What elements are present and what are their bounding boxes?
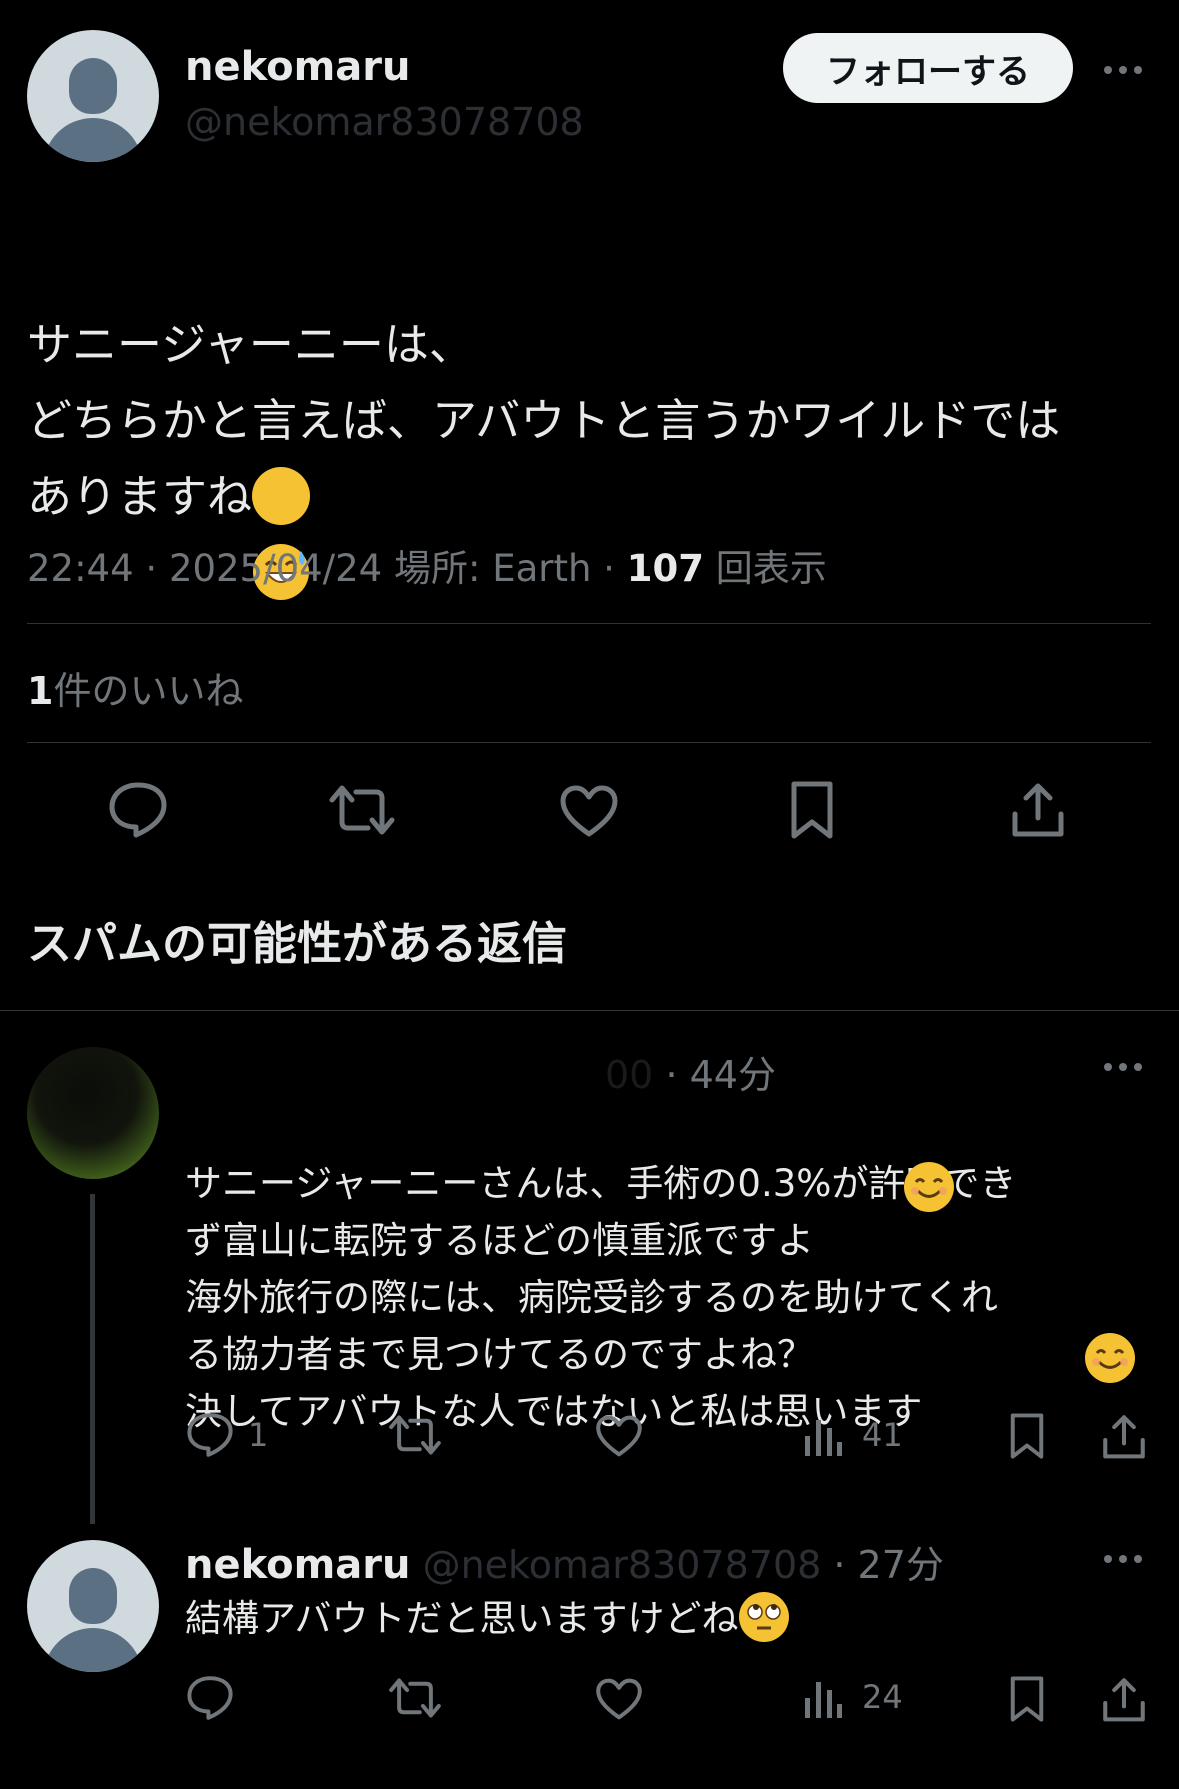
reply-time[interactable]: 27分 xyxy=(858,1543,944,1587)
reply-avatar[interactable] xyxy=(27,1047,159,1179)
divider xyxy=(27,623,1151,624)
reply-text: サニージャーニーさんは、手術の0.3%が許容でき ず富山に転院するほどの慎重派で… xyxy=(185,1098,1165,1440)
views-icon[interactable] xyxy=(803,1676,843,1720)
reply-text-content: 結構アバウトだと思いますけどね xyxy=(185,1597,739,1640)
author-avatar[interactable] xyxy=(27,30,159,162)
more-options-icon[interactable] xyxy=(1104,66,1142,74)
smile-emoji-icon xyxy=(904,1162,954,1212)
post-location: 場所: Earth xyxy=(393,547,592,590)
reply-author-name[interactable]: nekomaru xyxy=(185,1542,411,1588)
reply-time[interactable]: 44分 xyxy=(690,1053,776,1097)
eye-roll-emoji-icon xyxy=(738,1591,789,1642)
likes-summary[interactable]: 1件のいいね xyxy=(27,660,243,715)
post-text: サニージャーニーは、 どちらかと言えば、アバウトと言うかワイルドでは ありますね xyxy=(27,231,1157,600)
share-icon[interactable] xyxy=(1011,780,1065,838)
share-icon[interactable] xyxy=(1102,1412,1146,1460)
like-icon[interactable] xyxy=(595,1677,643,1721)
reply-count: 1 xyxy=(248,1416,269,1454)
reply-text: 結構アバウトだと思いますけどね xyxy=(185,1590,789,1647)
likes-count: 1 xyxy=(27,669,54,713)
smile-emoji-icon xyxy=(1085,1333,1136,1383)
views-count: 24 xyxy=(862,1678,903,1716)
reply-header: 00 · 44分 xyxy=(605,1053,776,1097)
reply-avatar[interactable] xyxy=(27,1540,159,1672)
reply-handle[interactable]: 00 xyxy=(605,1053,653,1097)
author-handle[interactable]: @nekomar83078708 xyxy=(185,100,584,144)
repost-icon[interactable] xyxy=(328,784,396,836)
reply-header: nekomaru @nekomar83078708 · 27分 xyxy=(185,1542,944,1588)
views-count: 41 xyxy=(862,1416,903,1454)
bookmark-icon[interactable] xyxy=(788,780,836,840)
reply-icon[interactable] xyxy=(108,781,168,839)
like-icon[interactable] xyxy=(559,784,619,838)
share-icon[interactable] xyxy=(1102,1675,1146,1723)
reply-handle[interactable]: @nekomar83078708 xyxy=(423,1543,822,1587)
views-count: 107 xyxy=(626,547,704,590)
post-time[interactable]: 22:44 xyxy=(27,547,134,590)
section-title: スパムの可能性がある返信 xyxy=(27,917,568,970)
bookmark-icon[interactable] xyxy=(1008,1412,1046,1460)
more-options-icon[interactable] xyxy=(1104,1555,1142,1563)
reply-text-content: サニージャーニーさんは、手術の0.3%が許容でき ず富山に転院するほどの慎重派で… xyxy=(185,1162,1017,1433)
repost-icon[interactable] xyxy=(388,1414,442,1456)
reply-icon[interactable] xyxy=(186,1412,234,1458)
repost-icon[interactable] xyxy=(388,1677,442,1719)
reply-icon[interactable] xyxy=(186,1675,234,1721)
post-date[interactable]: 2025/04/24 xyxy=(169,547,382,590)
section-divider xyxy=(0,1010,1179,1011)
post-metadata: 22:44 · 2025/04/24 場所: Earth · 107 回表示 xyxy=(27,547,827,590)
bookmark-icon[interactable] xyxy=(1008,1675,1046,1723)
divider xyxy=(27,742,1151,743)
sweat-smile-emoji-icon xyxy=(252,467,311,600)
author-name[interactable]: nekomaru xyxy=(185,44,411,90)
more-options-icon[interactable] xyxy=(1104,1063,1142,1071)
follow-button[interactable]: フォローする xyxy=(783,33,1073,103)
views-label: 回表示 xyxy=(715,547,827,590)
views-icon[interactable] xyxy=(803,1414,843,1458)
likes-label: 件のいいね xyxy=(53,669,244,713)
like-icon[interactable] xyxy=(595,1414,643,1458)
post-text-content: サニージャーニーは、 どちらかと言えば、アバウトと言うかワイルドでは ありますね xyxy=(27,318,1061,523)
thread-line xyxy=(90,1194,95,1524)
